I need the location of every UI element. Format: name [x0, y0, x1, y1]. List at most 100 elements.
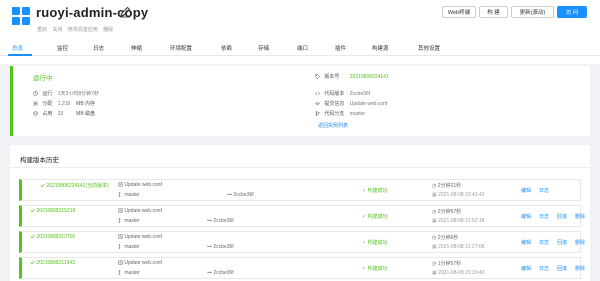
build-time: ▦ 2021-08-08 21:19:43 [432, 270, 485, 276]
build-row: 20210808212705 Update web.conf master ⊶ … [19, 231, 585, 253]
tab-ports[interactable]: 端口 [297, 44, 308, 52]
calendar-icon: ▦ [432, 270, 437, 276]
build-version: 20210808224141(当前版本) [40, 182, 109, 189]
edit-app-link[interactable]: 修改完善应用 [68, 27, 98, 33]
branch-icon [315, 111, 320, 116]
success-icon: ✓ [362, 266, 367, 272]
branch-row: 代码分支 master [315, 110, 365, 117]
used-row: 占用 33 MB 磁盘 [33, 110, 95, 117]
history-divider [10, 167, 590, 168]
delete-build-button[interactable]: 删除 [575, 239, 585, 246]
build-log-button[interactable]: 日志 [539, 265, 549, 272]
branch-value: master [349, 111, 366, 117]
used-label: 占用 [42, 111, 53, 117]
restart-link[interactable]: 重启 [37, 27, 47, 33]
close-link[interactable]: 关闭 [52, 27, 62, 33]
runtime-label: 运行 [42, 91, 53, 97]
tab-plugins[interactable]: 插件 [335, 44, 346, 52]
build-duration: ◷ 2分钟57秒 [432, 209, 462, 215]
branch-icon [118, 270, 121, 275]
check-icon [40, 184, 45, 188]
tab-env-config[interactable]: 环境配置 [170, 44, 192, 52]
visit-button[interactable]: 访 问 [557, 6, 587, 18]
check-icon [30, 235, 35, 239]
tab-bar: 总览 监控 日志 伸缩 环境配置 依赖 存储 端口 插件 构建源 其他设置 [0, 39, 600, 56]
build-duration: ◷ 1分钟57秒 [432, 261, 462, 267]
tab-storage[interactable]: 存储 [258, 44, 269, 52]
version-row: 版本号 20210808224141 [315, 73, 389, 80]
tab-monitor[interactable]: 监控 [57, 44, 68, 52]
build-hash: ⊶ 2ccbe36f [227, 192, 254, 198]
tab-scaling[interactable]: 伸缩 [131, 44, 142, 52]
commit-value: Update web.conf [349, 101, 388, 107]
build-branch: master [118, 270, 140, 276]
commit-icon [118, 182, 123, 187]
rollback-button[interactable]: 回滚 [557, 213, 567, 220]
build-hash: ⊶ 2ccbe36f [207, 218, 234, 224]
build-version: 20210808212705 [30, 234, 75, 240]
commit-label: 提交信息 [324, 101, 345, 107]
check-icon [30, 209, 35, 213]
build-row: 20210808211943 Update web.conf master ⊶ … [19, 257, 585, 279]
delete-link[interactable]: 删除 [103, 27, 113, 33]
build-time: ▦ 2021-08-08 21:27:06 [432, 244, 485, 250]
app-sub-links: 重启 关闭 修改完善应用 删除 [37, 26, 117, 33]
app-title: ruoyi-admin-copy [36, 5, 149, 20]
web-terminal-button[interactable]: Web终端 [442, 6, 476, 18]
build-log-button[interactable]: 日志 [539, 213, 549, 220]
delete-build-button[interactable]: 删除 [575, 213, 585, 220]
delete-build-button[interactable]: 删除 [575, 265, 585, 272]
version-label: 版本号 [324, 74, 340, 80]
alloc-value: 1,216 [57, 101, 71, 107]
success-icon: ✓ [362, 214, 367, 220]
edit-icon[interactable] [119, 6, 131, 18]
update-rolling-button[interactable]: 更新(滚动) [511, 6, 554, 18]
history-title: 构建版本历史 [20, 157, 59, 164]
alloc-row: 分配 1,216 MB 内存 [33, 100, 95, 107]
tab-build-source[interactable]: 构建源 [372, 44, 389, 52]
code-version-label: 代码版本 [324, 91, 345, 97]
build-log-button[interactable]: 日志 [539, 239, 549, 246]
build-duration: ◷ 2分钟21秒 [432, 183, 462, 189]
cpu-icon [33, 101, 38, 106]
build-branch: master [118, 244, 140, 250]
runtime-row: 运行 1天3小时8分钟7秒 [33, 90, 99, 97]
alloc-label: 分配 [42, 101, 53, 107]
tab-dependencies[interactable]: 依赖 [221, 44, 232, 52]
build-commit-msg: Update web.conf [118, 260, 162, 266]
build-commit-msg: Update web.conf [118, 234, 162, 240]
build-log-button[interactable]: 日志 [539, 187, 549, 194]
build-status: ✓ 构建成功 [362, 266, 388, 272]
rollback-button[interactable]: 回滚 [557, 265, 567, 272]
overview-card: 运行中 运行 1天3小时8分钟7秒 分配 1,216 MB 内存 占用 33 M… [10, 66, 590, 136]
rollback-button[interactable]: 回滚 [557, 239, 567, 246]
build-time: ▦ 2021-08-08 22:41:42 [432, 192, 485, 198]
edit-build-button[interactable]: 编辑 [521, 213, 531, 220]
build-branch: master [118, 218, 140, 224]
edit-build-button[interactable]: 编辑 [521, 265, 531, 272]
calendar-icon: ▦ [432, 244, 437, 250]
commit-icon [315, 102, 320, 105]
commit-icon [118, 234, 123, 239]
build-commit-msg: Update web.conf [118, 182, 162, 188]
edit-build-button[interactable]: 编辑 [521, 239, 531, 246]
tab-logs[interactable]: 日志 [93, 44, 104, 52]
build-row: 20210808215218 Update web.conf master ⊶ … [19, 205, 585, 227]
build-row: 20210808224141(当前版本) Update web.conf mas… [19, 179, 581, 201]
check-icon [30, 261, 35, 265]
clock-icon [33, 91, 38, 96]
build-commit-msg: Update web.conf [118, 208, 162, 214]
calendar-icon: ▦ [432, 192, 437, 198]
tab-overview[interactable]: 总览 [12, 44, 23, 52]
build-hash: ⊶ 2ccbe36f [207, 270, 234, 276]
edit-build-button[interactable]: 编辑 [521, 187, 531, 194]
tab-other-settings[interactable]: 其他设置 [418, 44, 440, 52]
code-version-row: 代码版本 2ccbe36f [315, 90, 370, 97]
build-status: ✓ 构建成功 [362, 240, 388, 246]
clock-icon: ◷ [432, 261, 437, 267]
back-to-instances-link[interactable]: 返回实例列表 [318, 122, 348, 129]
build-button[interactable]: 构 建 [479, 6, 508, 18]
tag-icon [315, 74, 320, 79]
branch-icon [118, 192, 121, 197]
branch-label: 代码分支 [324, 111, 345, 117]
